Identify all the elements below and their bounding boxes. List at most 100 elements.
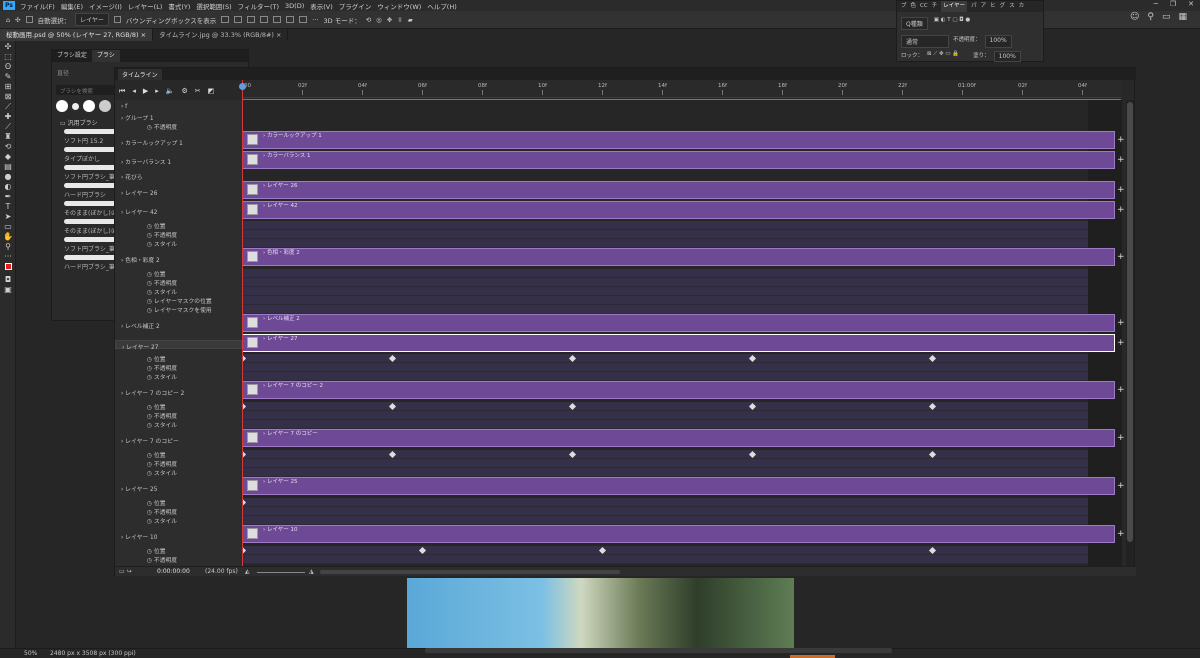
render-icon[interactable]: ▭ ↪ <box>119 568 132 575</box>
property-track[interactable] <box>242 354 1088 363</box>
menu-help[interactable]: ヘルプ(H) <box>424 1 459 11</box>
layer-track-header[interactable]: › 色相・彩度 2 <box>115 255 242 264</box>
doc-tab-active[interactable]: 桜動画用.psd @ 50% (レイヤー 27, RGB/8) × <box>0 29 154 41</box>
property-row[interactable]: ◷ レイヤーマスクの位置 <box>115 296 242 305</box>
property-track[interactable] <box>242 287 1088 296</box>
property-track[interactable] <box>242 269 1088 278</box>
prev-frame-icon[interactable]: ◂ <box>132 87 136 95</box>
brush-stroke[interactable] <box>64 201 116 206</box>
layer-track-header[interactable]: › グループ 1 <box>115 113 242 122</box>
doc-tab[interactable]: タイムライン.jpg @ 33.3% (RGB/8#) × <box>153 29 289 41</box>
layer-clip-bar[interactable]: › レイヤー 27 <box>242 334 1115 352</box>
bbox-checkbox[interactable] <box>113 16 121 23</box>
audio-icon[interactable]: 🔈 <box>166 87 175 95</box>
brush-stroke[interactable] <box>64 165 116 170</box>
property-row[interactable]: ◷ 位置 <box>115 546 242 555</box>
align-top-icon[interactable] <box>273 16 282 23</box>
blur-icon[interactable]: ● <box>3 173 13 181</box>
path-select-icon[interactable]: ➤ <box>3 213 13 221</box>
property-track[interactable] <box>242 305 1088 314</box>
first-frame-icon[interactable]: ⏮ <box>119 87 125 96</box>
layer-track-header[interactable]: › レイヤー 10 <box>115 532 242 541</box>
brush-stroke[interactable] <box>64 219 116 224</box>
add-media-icon[interactable]: + <box>1117 252 1125 262</box>
property-row[interactable]: ◷ スタイル <box>115 372 242 381</box>
add-media-icon[interactable]: + <box>1117 135 1125 145</box>
layer-track-header[interactable]: › 花びら <box>115 172 242 181</box>
property-row[interactable]: ◷ 不透明度 <box>115 459 242 468</box>
stamp-icon[interactable]: ♜ <box>3 133 13 141</box>
panel-tab[interactable]: チ <box>932 1 938 12</box>
layer-track-header[interactable]: › レイヤー 27 <box>115 340 242 351</box>
settings-icon[interactable]: ⚙ <box>181 87 187 95</box>
align-center-icon[interactable] <box>234 16 243 23</box>
menu-layer[interactable]: レイヤー(L) <box>125 1 166 11</box>
eraser-icon[interactable]: ◆ <box>3 153 13 161</box>
add-media-icon[interactable]: + <box>1117 338 1125 348</box>
menu-image[interactable]: イメージ(I) <box>86 1 125 11</box>
hand-icon[interactable]: ✋ <box>3 233 13 241</box>
layer-clip-bar[interactable]: › レイヤー 42 <box>242 201 1115 219</box>
zoom-slider[interactable] <box>257 572 305 573</box>
history-brush-icon[interactable]: ⟲ <box>3 143 13 151</box>
marquee-icon[interactable]: ⬚ <box>3 53 13 61</box>
arrange-icon[interactable]: ▦ <box>1179 12 1188 22</box>
add-media-icon[interactable]: + <box>1117 481 1125 491</box>
quickmask-icon[interactable]: ◘ <box>3 276 13 284</box>
layer-track-header[interactable]: › レベル補正 2 <box>115 321 242 330</box>
pen-icon[interactable]: ✒ <box>3 193 13 201</box>
align-bottom-icon[interactable] <box>299 16 308 23</box>
property-row[interactable]: ◷ 不透明度 <box>115 363 242 372</box>
next-frame-icon[interactable]: ▸ <box>155 87 159 95</box>
panel-tab[interactable]: カ <box>1019 1 1025 12</box>
crop-icon[interactable]: ⊞ <box>3 83 13 91</box>
property-row[interactable]: ◷ 不透明度 <box>115 278 242 287</box>
panel-tab[interactable]: ヒ <box>990 1 996 12</box>
layer-clip-bar[interactable]: › 色相・彩度 2 <box>242 248 1115 266</box>
menu-select[interactable]: 選択範囲(S) <box>193 1 234 11</box>
layer-track-header[interactable]: › レイヤー 7 のコピー 2 <box>115 388 242 397</box>
align-right-icon[interactable] <box>247 16 256 23</box>
quick-select-icon[interactable]: ✎ <box>3 73 13 81</box>
property-row[interactable]: ◷ 不透明度 <box>115 230 242 239</box>
add-media-icon[interactable]: + <box>1117 433 1125 443</box>
property-row[interactable]: ◷ 位置 <box>115 269 242 278</box>
layer-clip-bar[interactable]: › レイヤー 7 のコピー <box>242 429 1115 447</box>
lasso-icon[interactable]: ʘ <box>3 63 13 71</box>
property-row[interactable]: ◷ 不透明度 <box>115 122 242 131</box>
panel-tab[interactable]: ス <box>1009 1 1015 12</box>
orbit-icon[interactable]: ⟲ <box>366 16 371 24</box>
brush-stroke[interactable] <box>64 147 116 152</box>
align-icon[interactable] <box>221 16 230 23</box>
share-icon[interactable]: ☺ <box>1130 12 1139 22</box>
property-track[interactable] <box>242 230 1088 239</box>
add-media-icon[interactable]: + <box>1117 385 1125 395</box>
add-media-icon[interactable]: + <box>1117 318 1125 328</box>
property-row[interactable]: ◷ 不透明度 <box>115 411 242 420</box>
property-track[interactable] <box>242 363 1088 372</box>
restore-icon[interactable]: ❐ <box>1170 0 1176 11</box>
layer-clip-bar[interactable]: › レイヤー 25 <box>242 477 1115 495</box>
property-row[interactable]: ◷ スタイル <box>115 420 242 429</box>
slide-icon[interactable]: ⇳ <box>397 16 402 24</box>
add-media-icon[interactable]: + <box>1117 529 1125 539</box>
layer-kind-filter[interactable]: Q種類 <box>901 17 928 30</box>
fill-input[interactable]: 100% <box>993 51 1021 62</box>
panel-tab[interactable]: パ <box>971 1 977 12</box>
horizontal-scrollbar[interactable] <box>320 570 620 574</box>
zoom-out-icon[interactable]: ◭ <box>245 568 250 575</box>
shape-icon[interactable]: ▭ <box>3 223 13 231</box>
property-row[interactable]: ◷ スタイル <box>115 516 242 525</box>
property-row[interactable]: ◷ レイヤーマスクを使用 <box>115 305 242 314</box>
layer-track-header[interactable]: › f <box>115 104 242 113</box>
tab-brush-settings[interactable]: ブラシ設定 <box>52 50 92 62</box>
brush-stroke[interactable] <box>64 183 116 188</box>
preset-soft-large[interactable] <box>99 100 111 112</box>
menu-file[interactable]: ファイル(F) <box>17 1 58 11</box>
more-tools-icon[interactable]: ··· <box>3 253 13 261</box>
split-icon[interactable]: ✂ <box>195 87 201 95</box>
more-icon[interactable]: ··· <box>312 16 318 24</box>
search-icon[interactable]: ⚲ <box>1147 12 1154 22</box>
property-row[interactable]: ◷ 位置 <box>115 450 242 459</box>
move-tool-icon[interactable]: ✣ <box>15 16 20 24</box>
